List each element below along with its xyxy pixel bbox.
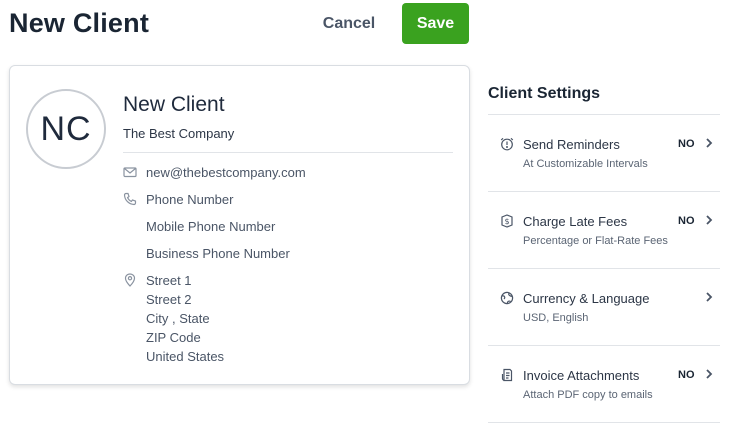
chevron-right-icon (704, 290, 714, 304)
setting-value: NO (678, 138, 695, 150)
country-field[interactable]: United States (146, 349, 224, 364)
globe-currency-icon (500, 291, 514, 305)
setting-subtitle: Attach PDF copy to emails (523, 389, 653, 401)
envelope-icon (123, 165, 137, 179)
setting-subtitle: At Customizable Intervals (523, 158, 648, 170)
setting-currency-language[interactable]: Currency & Language USD, English (488, 269, 720, 345)
chevron-right-icon (704, 367, 714, 381)
setting-label: Invoice Attachments (523, 368, 640, 383)
street2-field[interactable]: Street 2 (146, 292, 192, 307)
setting-send-reminders[interactable]: Send Reminders At Customizable Intervals… (488, 115, 720, 191)
setting-subtitle: Percentage or Flat-Rate Fees (523, 235, 668, 247)
svg-text:$: $ (504, 217, 509, 226)
setting-label: Send Reminders (523, 137, 620, 152)
save-button[interactable]: Save (402, 3, 469, 44)
phone-field[interactable]: Phone Number (146, 192, 233, 207)
setting-charge-late-fees[interactable]: $ Charge Late Fees Percentage or Flat-Ra… (488, 192, 720, 268)
street1-field[interactable]: Street 1 (146, 273, 192, 288)
city-state-field[interactable]: City , State (146, 311, 210, 326)
zip-field[interactable]: ZIP Code (146, 330, 201, 345)
mobile-phone-field[interactable]: Mobile Phone Number (146, 219, 275, 234)
avatar[interactable]: NC (26, 89, 106, 169)
business-phone-field[interactable]: Business Phone Number (146, 246, 290, 261)
chevron-right-icon (704, 136, 714, 150)
client-card: NC New Client The Best Company new@thebe… (9, 65, 470, 385)
setting-label: Charge Late Fees (523, 214, 628, 229)
chevron-right-icon (704, 213, 714, 227)
paperclip-document-icon (500, 368, 514, 382)
setting-value: NO (678, 369, 695, 381)
phone-icon (123, 192, 137, 206)
setting-label: Currency & Language (523, 291, 650, 306)
avatar-initials: NC (40, 109, 92, 148)
setting-invoice-attachments[interactable]: Invoice Attachments Attach PDF copy to e… (488, 346, 720, 422)
card-divider (123, 152, 453, 153)
alarm-clock-icon (500, 137, 514, 151)
location-pin-icon (123, 273, 137, 287)
settings-divider (488, 422, 720, 423)
setting-value: NO (678, 215, 695, 227)
settings-title: Client Settings (488, 85, 601, 102)
client-name[interactable]: New Client (123, 93, 225, 117)
setting-subtitle: USD, English (523, 312, 589, 324)
page-title: New Client (9, 8, 150, 38)
cancel-button[interactable]: Cancel (315, 8, 383, 40)
company-name[interactable]: The Best Company (123, 126, 234, 141)
email-field[interactable]: new@thebestcompany.com (146, 165, 306, 180)
dollar-badge-icon: $ (500, 214, 514, 228)
